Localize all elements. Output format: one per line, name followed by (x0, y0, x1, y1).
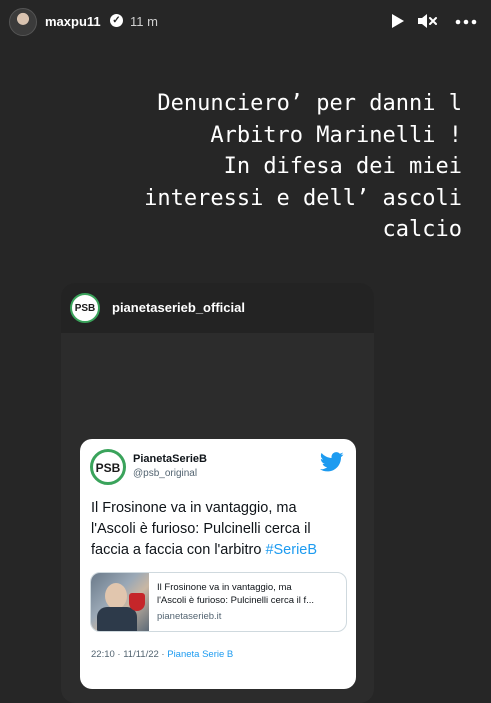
story-text-line: interessi e dell’ ascoli (144, 185, 462, 211)
story-text-line: In difesa dei miei (223, 154, 462, 179)
hashtag-link[interactable]: #SerieB (265, 542, 317, 558)
username[interactable]: maxpu11 (45, 14, 101, 29)
thumbnail-face (105, 583, 127, 609)
tweet-text-segment: faccia a faccia con l'arbitro (91, 542, 266, 558)
story-text-line: calcio (382, 217, 462, 242)
tweet-text-line: faccia a faccia con l'arbitro #SerieB (91, 540, 349, 561)
thumbnail-body (97, 607, 137, 631)
tweet-source-link[interactable]: Pianeta Serie B (167, 649, 233, 660)
story-text-overlay: Denunciero’ per danni l Arbitro Marinell… (30, 88, 462, 246)
verified-badge-icon: ✓ (110, 14, 123, 27)
link-card-title: Il Frosinone va in vantaggio, ma l'Ascol… (157, 581, 341, 607)
shared-post-header[interactable]: PSB pianetaserieb_official (61, 283, 374, 333)
shared-account-name[interactable]: pianetaserieb_official (112, 300, 245, 315)
tweet-datetime: 22:10 · 11/11/22 · (91, 649, 168, 660)
psb-logo-text: PSB (95, 461, 121, 475)
thumbnail-club-logo (129, 593, 145, 611)
story-header: maxpu11 ✓ 11 m (0, 0, 491, 44)
link-title-line: l'Ascoli è furioso: Pulcinelli cerca il … (157, 595, 315, 606)
avatar[interactable] (9, 8, 37, 36)
play-icon[interactable] (388, 12, 406, 30)
psb-logo-text: PSB (74, 303, 96, 314)
twitter-bird-icon (320, 452, 344, 472)
tweet-card[interactable]: PSB PianetaSerieB @psb_original Il Frosi… (80, 439, 356, 689)
tweet-text-line: l'Ascoli è furioso: Pulcinelli cerca il (91, 521, 311, 537)
story-text-line: Denunciero’ per danni l (157, 91, 462, 116)
link-thumbnail-image (91, 573, 149, 631)
link-card-domain: pianetaserieb.it (157, 611, 222, 622)
tweet-author-handle: @psb_original (133, 468, 198, 479)
post-timestamp: 11 m (130, 14, 158, 29)
tweet-text-line: Il Frosinone va in vantaggio, ma (91, 500, 297, 516)
tweet-link-card[interactable]: Il Frosinone va in vantaggio, ma l'Ascol… (90, 572, 347, 632)
more-icon[interactable] (455, 19, 477, 25)
tweet-author-name: PianetaSerieB (133, 453, 207, 465)
link-title-line: Il Frosinone va in vantaggio, ma (157, 582, 292, 593)
mute-icon[interactable] (417, 12, 437, 30)
story-text-line: Arbitro Marinelli ! (210, 122, 462, 148)
psb-logo-icon: PSB (90, 449, 126, 485)
tweet-text: Il Frosinone va in vantaggio, ma l'Ascol… (91, 498, 349, 561)
tweet-meta: 22:10 · 11/11/22 · Pianeta Serie B (91, 649, 233, 660)
psb-logo-icon: PSB (70, 293, 100, 323)
